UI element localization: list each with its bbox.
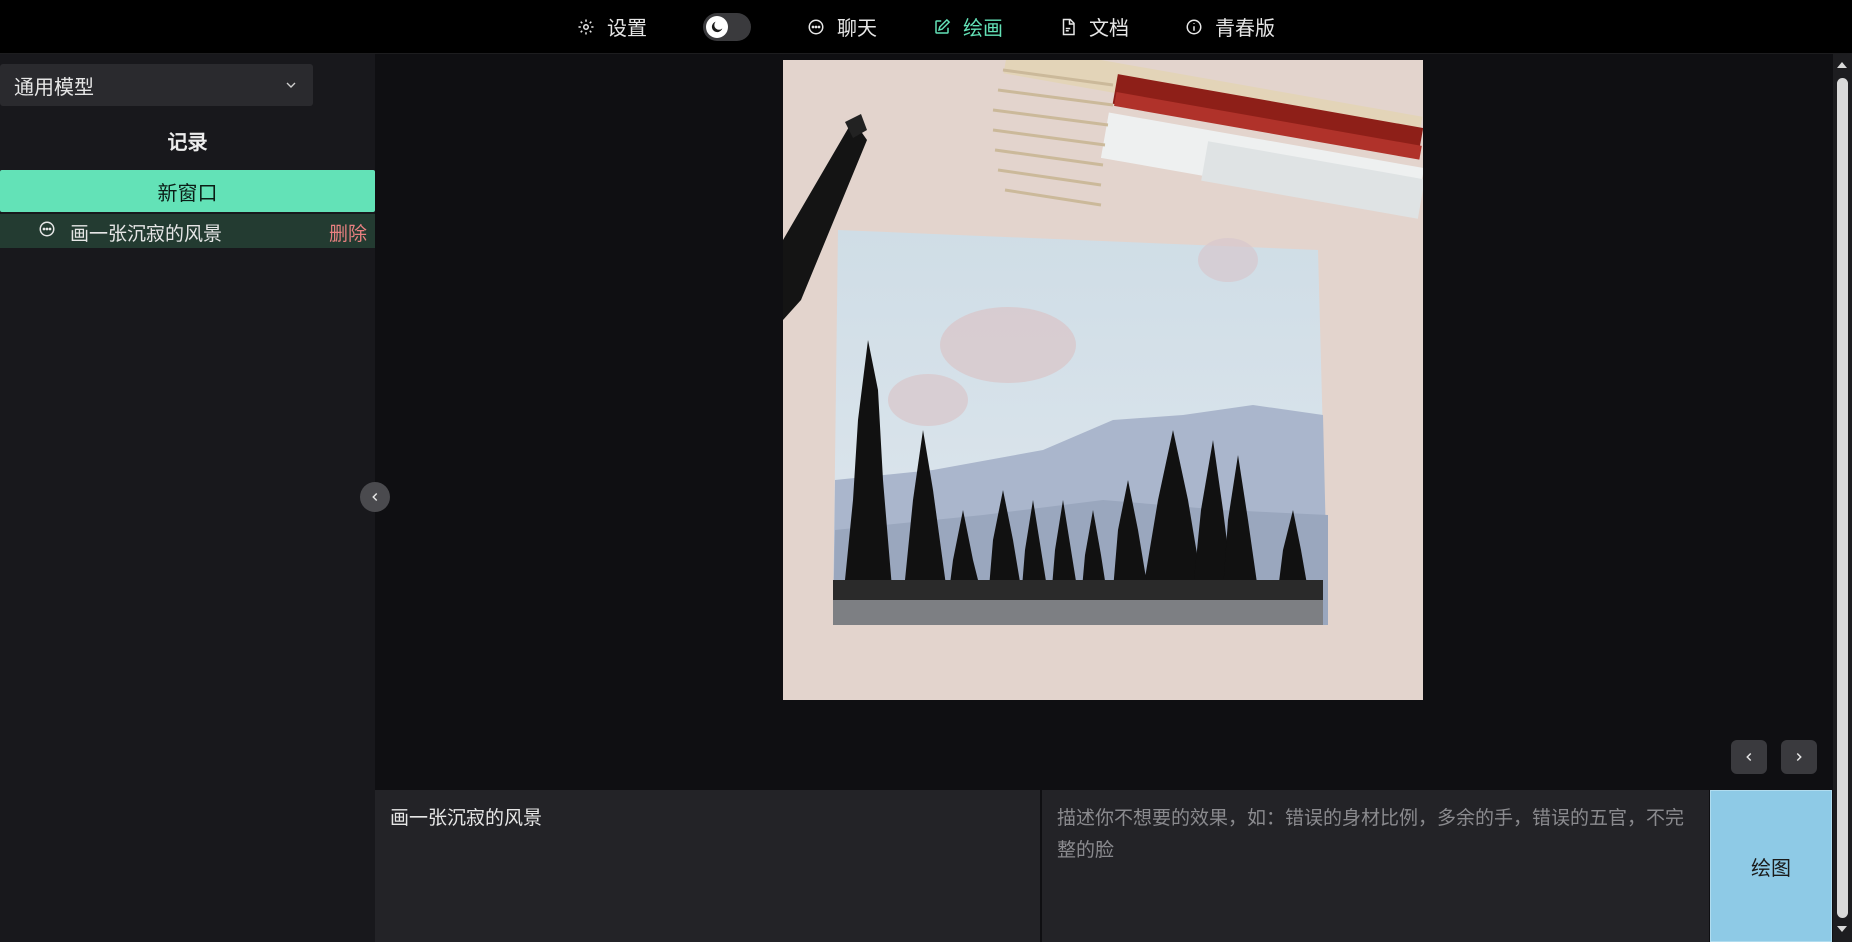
chevron-right-icon bbox=[1796, 752, 1802, 762]
scroll-down-icon[interactable] bbox=[1837, 926, 1847, 932]
nav-draw-label: 绘画 bbox=[963, 16, 1003, 40]
negative-prompt-input[interactable]: 描述你不想要的效果，如：错误的身材比例，多余的手，错误的五官，不完整的脸 bbox=[1042, 790, 1709, 942]
nav-settings[interactable]: 设置 bbox=[577, 12, 647, 41]
chat-icon bbox=[808, 19, 824, 34]
model-select[interactable]: 通用模型 bbox=[0, 64, 313, 106]
nav-settings-label: 设置 bbox=[607, 16, 647, 40]
draw-button[interactable]: 绘图 bbox=[1710, 790, 1832, 942]
record-item-label: 画一张沉寂的风景 bbox=[70, 223, 223, 245]
edit-icon bbox=[935, 18, 951, 34]
generated-image bbox=[783, 60, 1423, 700]
new-window-button[interactable]: 新窗口 bbox=[0, 170, 375, 212]
nav-youth[interactable]: 青春版 bbox=[1185, 12, 1275, 41]
nav-chat-label: 聊天 bbox=[837, 16, 877, 40]
collapse-sidebar-button[interactable] bbox=[360, 482, 390, 512]
document-icon bbox=[1062, 18, 1075, 35]
delete-record-button[interactable]: 删除 bbox=[329, 219, 367, 246]
model-select-value: 通用模型 bbox=[14, 74, 94, 99]
previous-image-button[interactable] bbox=[1731, 740, 1767, 774]
chevron-down-icon bbox=[286, 82, 296, 88]
nav-youth-label: 青春版 bbox=[1215, 16, 1275, 40]
nav-chat[interactable]: 聊天 bbox=[807, 12, 877, 41]
moon-icon bbox=[706, 15, 728, 38]
top-nav-bar: 设置 聊天 绘画 文档 青春版 bbox=[0, 0, 1852, 54]
nav-draw[interactable]: 绘画 bbox=[933, 12, 1003, 41]
chevron-left-icon bbox=[1746, 752, 1752, 762]
sidebar: 通用模型 记录 新窗口 画一张沉寂的风景 删除 bbox=[0, 54, 375, 942]
nav-docs-label: 文档 bbox=[1089, 16, 1129, 40]
records-title: 记录 bbox=[167, 130, 208, 154]
chat-icon bbox=[38, 220, 56, 242]
record-item[interactable]: 画一张沉寂的风景 删除 bbox=[0, 214, 375, 248]
scrollbar-thumb[interactable] bbox=[1837, 78, 1848, 918]
next-image-button[interactable] bbox=[1781, 740, 1817, 774]
scrollbar[interactable] bbox=[1833, 54, 1852, 942]
gear-icon bbox=[578, 19, 594, 34]
info-icon bbox=[1186, 19, 1202, 34]
prompt-input[interactable]: 画一张沉寂的风景 bbox=[375, 790, 1040, 942]
scroll-up-icon[interactable] bbox=[1837, 62, 1847, 68]
theme-toggle[interactable] bbox=[703, 12, 751, 41]
nav-docs[interactable]: 文档 bbox=[1059, 12, 1129, 41]
chevron-left-icon bbox=[372, 492, 378, 502]
